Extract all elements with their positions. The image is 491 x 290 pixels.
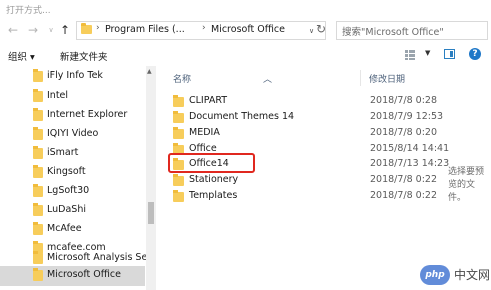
- folder-icon: [33, 146, 43, 159]
- sidebar-item[interactable]: LgSoft30: [0, 182, 145, 202]
- file-date: 2018/7/13 14:23: [370, 158, 450, 169]
- sidebar-item[interactable]: Internet Explorer: [0, 106, 145, 126]
- column-date[interactable]: 修改日期: [369, 72, 405, 85]
- sort-caret-icon: ︿: [263, 75, 273, 85]
- sidebar-item-label: Internet Explorer: [47, 109, 128, 120]
- sidebar-item[interactable]: LuDaShi: [0, 201, 145, 221]
- sidebar-item[interactable]: Kingsoft: [0, 163, 145, 183]
- column-name[interactable]: 名称: [173, 72, 191, 85]
- back-arrow-icon[interactable]: ←: [6, 23, 20, 37]
- command-toolbar: 组织 ▾ 新建文件夹 ▼ ?: [0, 44, 491, 66]
- scrollbar-thumb[interactable]: [148, 202, 154, 224]
- breadcrumb-microsoft-office[interactable]: Microsoft Office: [211, 24, 285, 35]
- file-row[interactable]: MEDIA 2018/7/8 0:20: [165, 126, 445, 142]
- refresh-icon[interactable]: ↻: [316, 22, 326, 36]
- file-name: CLIPART: [189, 95, 228, 106]
- breadcrumb-program-files[interactable]: Program Files (...: [105, 24, 185, 35]
- forward-arrow-icon[interactable]: →: [26, 23, 40, 37]
- navigation-pane: iFly Info Tek Intel Internet Explorer IQ…: [0, 66, 158, 290]
- folder-icon: [173, 111, 184, 123]
- file-date: 2018/7/8 0:22: [370, 190, 438, 201]
- folder-icon: [173, 190, 184, 202]
- sidebar-item-label: iSmart: [47, 147, 79, 158]
- sidebar-item[interactable]: IQIYI Video: [0, 125, 145, 145]
- sidebar-item-label: LgSoft30: [47, 185, 90, 196]
- folder-icon: [173, 127, 184, 139]
- watermark-text: 中文网: [454, 268, 491, 282]
- sidebar-item[interactable]: iSmart: [0, 144, 145, 164]
- file-name: Templates: [189, 190, 238, 201]
- folder-icon: [33, 268, 43, 281]
- address-dropdown-icon[interactable]: ∨: [309, 27, 314, 35]
- search-placeholder: 搜索"Microsoft Office": [342, 27, 444, 38]
- window-title: 打开方式...: [6, 6, 51, 16]
- view-options-icon[interactable]: [405, 50, 415, 60]
- sidebar-item[interactable]: McAfee: [0, 220, 145, 240]
- file-date: 2018/7/8 0:22: [370, 174, 438, 185]
- sidebar-item-selected[interactable]: Microsoft Office: [0, 266, 145, 286]
- sidebar-item-label: LuDaShi: [47, 204, 86, 215]
- column-header: ︿ 名称 修改日期: [165, 66, 445, 86]
- new-folder-button[interactable]: 新建文件夹: [60, 49, 108, 63]
- folder-icon: [33, 127, 43, 140]
- sidebar-item-label: Microsoft Analysis Ser: [47, 252, 152, 263]
- file-name: Stationery: [189, 174, 239, 185]
- help-icon[interactable]: ?: [469, 48, 481, 60]
- scroll-up-icon[interactable]: ▲: [147, 68, 152, 75]
- folder-icon: [33, 222, 43, 235]
- preview-pane-icon[interactable]: [444, 49, 455, 59]
- file-date: 2018/7/8 0:28: [370, 95, 438, 106]
- file-name: Document Themes 14: [189, 111, 295, 122]
- folder-icon: [33, 89, 43, 102]
- sidebar-item-label: IQIYI Video: [47, 128, 99, 139]
- file-date: 2018/7/8 0:20: [370, 127, 438, 138]
- recent-locations-chevron-icon[interactable]: ∨: [44, 23, 58, 37]
- folder-icon: [33, 108, 43, 121]
- search-input[interactable]: 搜索"Microsoft Office": [336, 21, 488, 40]
- breadcrumb-separator-icon: ›: [96, 23, 100, 33]
- file-row[interactable]: Stationery 2018/7/8 0:22: [165, 173, 445, 189]
- sidebar-item-label: McAfee: [47, 223, 82, 234]
- file-row[interactable]: CLIPART 2018/7/8 0:28: [165, 94, 445, 110]
- file-row[interactable]: Templates 2018/7/8 0:22: [165, 189, 445, 205]
- folder-icon: [33, 165, 43, 178]
- view-dropdown-icon[interactable]: ▼: [425, 49, 430, 57]
- folder-icon: [81, 23, 92, 34]
- sidebar-item[interactable]: iFly Info Tek: [0, 67, 145, 87]
- column-divider[interactable]: [360, 70, 361, 86]
- folder-icon: [33, 251, 43, 264]
- navigation-bar: ← → ∨ ↑ › Program Files (... › Microsoft…: [0, 18, 491, 43]
- watermark: php 中文网: [416, 262, 491, 288]
- address-bar[interactable]: › Program Files (... › Microsoft Office: [76, 21, 326, 40]
- sidebar-scrollbar[interactable]: [146, 66, 156, 290]
- file-name: MEDIA: [189, 127, 220, 138]
- folder-icon: [173, 174, 184, 186]
- sidebar-item-label: Intel: [47, 90, 69, 101]
- preview-pane-message: 选择要预览的文件。: [448, 167, 485, 203]
- file-row[interactable]: Document Themes 14 2018/7/9 12:53: [165, 110, 445, 126]
- sidebar-item-label: Kingsoft: [47, 166, 86, 177]
- up-arrow-icon[interactable]: ↑: [58, 23, 72, 37]
- file-date: 2015/8/14 14:41: [370, 143, 450, 154]
- annotation-highlight-box: [168, 153, 255, 173]
- php-logo: php: [420, 265, 450, 285]
- sidebar-item-label: Microsoft Office: [47, 269, 121, 280]
- folder-icon: [33, 184, 43, 197]
- title-bar: 打开方式...: [0, 0, 491, 18]
- folder-icon: [33, 69, 43, 82]
- file-date: 2018/7/9 12:53: [370, 111, 444, 122]
- folder-icon: [33, 203, 43, 216]
- sidebar-item-label: iFly Info Tek: [47, 70, 103, 81]
- organize-button[interactable]: 组织 ▾: [8, 49, 35, 63]
- folder-icon: [173, 95, 184, 107]
- breadcrumb-separator-icon: ›: [202, 23, 206, 33]
- sidebar-item[interactable]: Intel: [0, 87, 145, 107]
